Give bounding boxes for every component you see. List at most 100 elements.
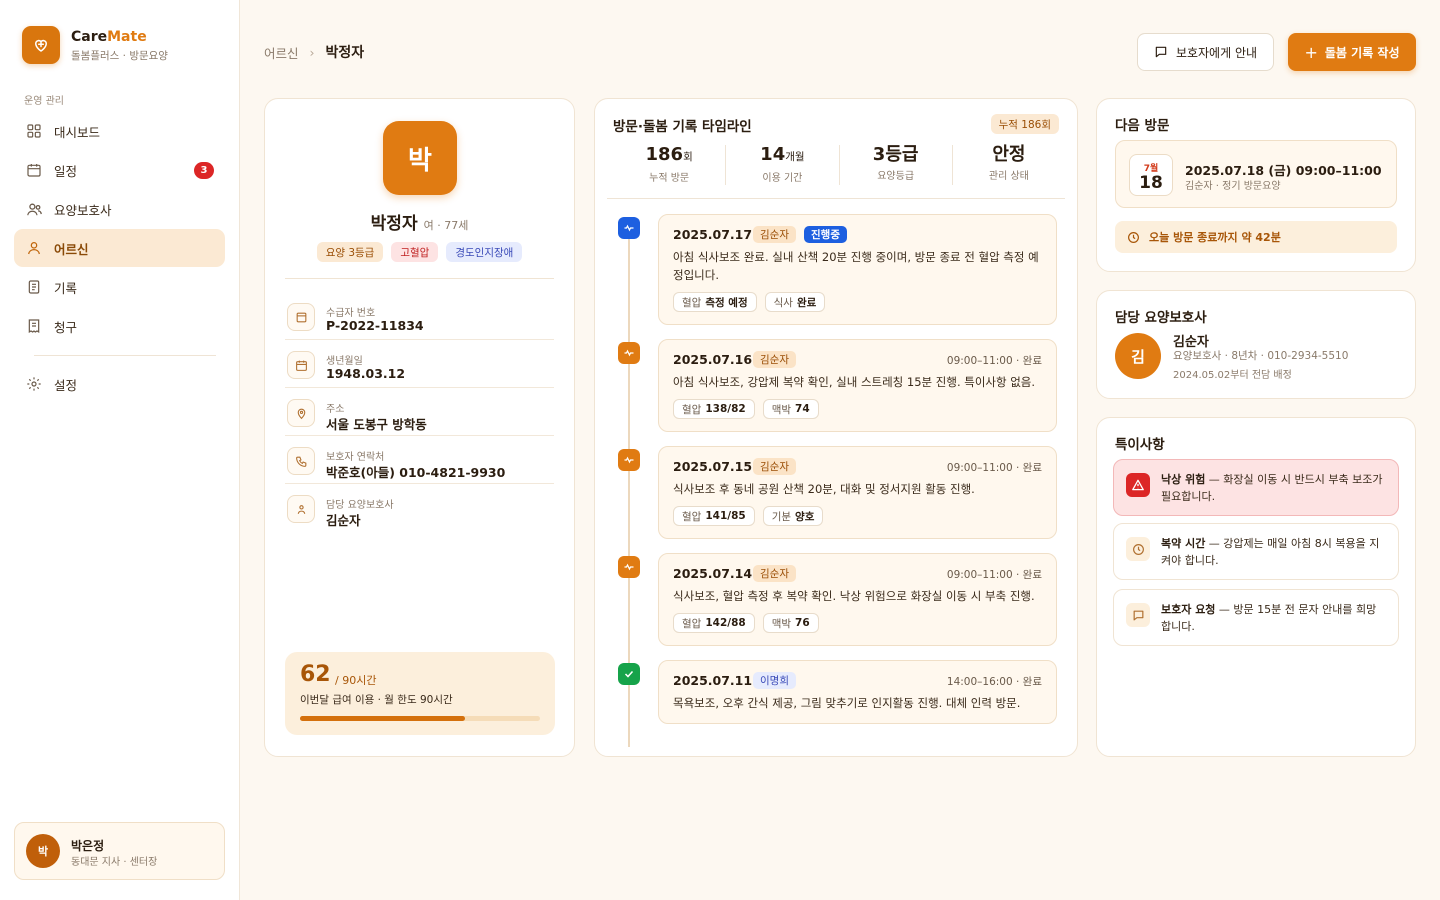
vital-chip: 맥박 74 <box>762 399 819 419</box>
chip-value: 76 <box>795 617 810 629</box>
special-notes-card: 특이사항 낙상 위험 — 화장실 이동 시 반드시 부축 보조가 필요합니다. … <box>1096 417 1416 757</box>
location-pin-icon <box>297 408 305 419</box>
grid-icon <box>27 124 41 138</box>
sidebar-item-settings[interactable]: 설정 <box>14 365 225 403</box>
vital-chip: 혈압 141/85 <box>673 506 755 526</box>
calendar-icon <box>295 360 307 371</box>
sidebar-item-caregivers[interactable]: 요양보호사 <box>14 190 225 228</box>
senior-meta: 여 · 77세 <box>423 219 469 232</box>
message-icon <box>1133 610 1143 620</box>
timeline-card: 방문·돌봄 기록 타임라인 누적 186회 186회 누적 방문 14개월 이용 기… <box>594 98 1078 757</box>
entry-text: 식사보조, 혈압 측정 후 복약 확인. 낙상 위험으로 화장실 이동 시 부축… <box>673 589 1035 603</box>
entry-time: 09:00–11:00 · 완료 <box>946 355 1042 367</box>
senior-name-row: 박정자 여 · 77세 <box>265 209 574 234</box>
divider <box>607 198 1065 199</box>
sidebar-item-seniors[interactable]: 어르신 <box>14 229 225 267</box>
clock-icon <box>1132 543 1144 555</box>
sidebar-item-records[interactable]: 기록 <box>14 268 225 306</box>
entry-caregiver-badge: 김순자 <box>753 351 796 368</box>
timeline-entry[interactable]: 2025.07.11 이명희 14:00–16:00 · 완료 목욕보조, 오후… <box>658 660 1057 724</box>
current-user-card[interactable]: 박 박은정 동대문 지사 · 센터장 <box>14 822 225 880</box>
info-value[interactable]: 박준호(아들) 010-4821-9930 <box>326 462 505 481</box>
stat-value: 3등급 <box>872 144 919 165</box>
timeline-dot <box>618 663 640 685</box>
phone-icon <box>295 456 306 467</box>
entry-chips: 혈압 측정 예정 식사 완료 <box>673 292 826 312</box>
warning-icon <box>1132 479 1144 491</box>
sidebar-item-label: 요양보호사 <box>54 202 112 218</box>
timeline-dot <box>618 342 640 364</box>
senior-name: 박정자 <box>370 214 418 234</box>
chip-key: 기분 <box>771 510 792 523</box>
caregiver-assigned-since: 2024.05.02부터 전담 배정 <box>1173 370 1292 381</box>
info-row-birthdate: 생년월일 1948.03.12 <box>285 340 554 388</box>
calendar-day: 18 <box>1139 173 1163 193</box>
calendar-icon <box>27 164 41 177</box>
stat-label: 이용 기간 <box>762 173 803 184</box>
user-role: 동대문 지사 · 센터장 <box>71 857 158 868</box>
sidebar-item-schedule[interactable]: 일정 3 <box>14 151 225 189</box>
chip-key: 식사 <box>773 296 793 309</box>
chip-key: 혈압 <box>682 296 702 309</box>
logo[interactable] <box>22 26 60 64</box>
message-icon <box>1155 46 1167 58</box>
note-head: 복약 시간 <box>1161 537 1206 550</box>
next-visit-sub: 김순자 · 정기 방문요양 <box>1185 181 1281 192</box>
info-row-guardian-phone: 보호자 연락처 박준호(아들) 010-4821-9930 <box>285 436 554 484</box>
gear-icon <box>27 377 41 391</box>
vital-chip: 혈압 측정 예정 <box>673 292 757 312</box>
sidebar-item-billing[interactable]: 청구 <box>14 307 225 345</box>
chip-key: 맥박 <box>771 403 792 416</box>
stat-value: 안정 <box>992 144 1026 165</box>
entry-date: 2025.07.17 <box>673 227 753 242</box>
info-value: 1948.03.12 <box>326 366 406 381</box>
receipt-icon <box>28 319 40 334</box>
special-notes-title: 특이사항 <box>1115 437 1165 453</box>
entry-text: 아침 식사보조, 강압제 복약 확인, 실내 스트레칭 15분 진행. 특이사항… <box>673 375 1036 389</box>
sidebar-item-label: 대시보드 <box>54 124 101 140</box>
info-label: 수급자 번호 <box>326 308 376 319</box>
sidebar-item-label: 일정 <box>54 163 78 179</box>
timeline-entry[interactable]: 2025.07.16 김순자 09:00–11:00 · 완료 아침 식사보조,… <box>658 339 1057 432</box>
profile-card: 박 박정자 여 · 77세 요양 3등급 고혈압 경도인지장애 수급자 번호 P-… <box>264 98 575 757</box>
sidebar-item-label: 기록 <box>54 280 78 296</box>
info-value: P-2022-11834 <box>326 318 424 333</box>
calendar-date-badge: 7월 18 <box>1129 154 1173 196</box>
entry-time: 09:00–11:00 · 완료 <box>946 569 1042 581</box>
stat-total-visits: 186회 누적 방문 <box>613 145 727 185</box>
entry-live-badge: 진행중 <box>804 226 847 243</box>
entry-caregiver-badge: 김순자 <box>753 565 796 582</box>
visit-count-badge: 누적 186회 <box>990 114 1059 134</box>
plus-icon: + <box>1304 42 1318 62</box>
clock-icon <box>1128 231 1139 243</box>
write-care-record-button[interactable]: + 돌봄 기록 작성 <box>1288 33 1416 71</box>
next-visit-card: 다음 방문 7월 18 2025.07.18 (금) 09:00–11:00 김… <box>1096 98 1416 272</box>
tag-care-grade: 요양 3등급 <box>316 242 384 262</box>
nav-section-label: 운영 관리 <box>24 96 64 107</box>
note-fall-risk: 낙상 위험 — 화장실 이동 시 반드시 부축 보조가 필요합니다. <box>1113 459 1399 516</box>
info-row-recipient-no: 수급자 번호 P-2022-11834 <box>285 292 554 340</box>
pulse-icon <box>624 349 634 357</box>
breadcrumb-root-link[interactable]: 어르신 <box>264 43 299 62</box>
timeline-entry[interactable]: 2025.07.14 김순자 09:00–11:00 · 완료 식사보조, 혈압… <box>658 553 1057 646</box>
note-text: 낙상 위험 — 화장실 이동 시 반드시 부축 보조가 필요합니다. <box>1161 471 1386 505</box>
chip-value: 74 <box>795 403 810 415</box>
next-visit-detail[interactable]: 7월 18 2025.07.18 (금) 09:00–11:00 김순자 · 정… <box>1115 140 1397 208</box>
caregiver-card: 담당 요양보호사 김 김순자 요양보호사 · 8년차 · 010-2934-55… <box>1096 290 1416 399</box>
usage-label: 이번달 급여 이용 · 월 한도 90시간 <box>300 694 453 706</box>
check-icon <box>624 670 634 678</box>
users-icon <box>26 203 42 215</box>
timeline-entry[interactable]: 2025.07.15 김순자 09:00–11:00 · 완료 식사보조 후 동… <box>658 446 1057 539</box>
entry-caregiver-badge: 김순자 <box>753 226 796 243</box>
timeline-dot <box>618 556 640 578</box>
caregiver-avatar: 김 <box>1115 333 1161 379</box>
stat-care-grade: 3등급 요양등급 <box>840 145 953 185</box>
info-value: 김순자 <box>326 513 361 528</box>
notify-guardian-button[interactable]: 보호자에게 안내 <box>1137 33 1274 71</box>
sidebar-item-dashboard[interactable]: 대시보드 <box>14 112 225 150</box>
info-label: 보호자 연락처 <box>326 452 385 463</box>
monthly-usage-panel: 62 / 90시간 이번달 급여 이용 · 월 한도 90시간 <box>285 652 555 735</box>
pulse-icon <box>624 456 634 464</box>
note-text: 복약 시간 — 강압제는 매일 아침 8시 복용을 지켜야 합니다. <box>1161 535 1386 569</box>
timeline-entry[interactable]: 2025.07.17 김순자 진행중 아침 식사보조 완료. 실내 산책 20분… <box>658 214 1057 325</box>
